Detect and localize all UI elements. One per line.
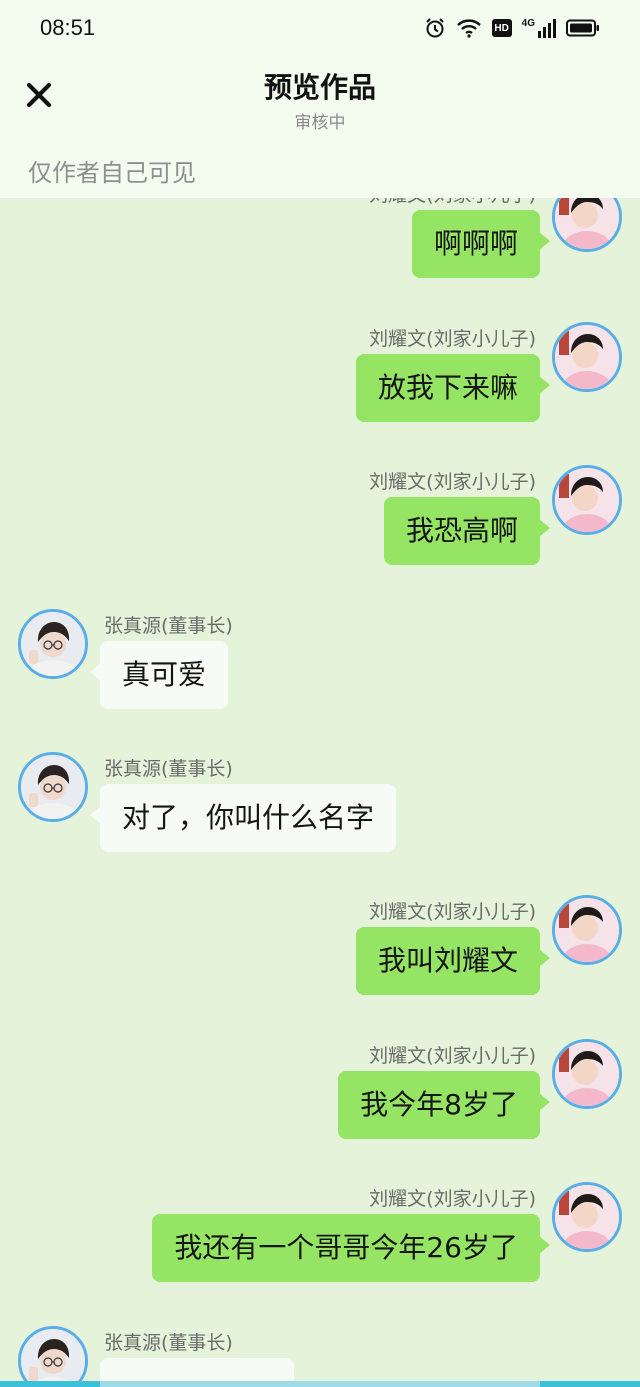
avatar[interactable] bbox=[18, 752, 88, 822]
avatar[interactable] bbox=[18, 609, 88, 679]
message-bubble[interactable]: 啊啊啊 bbox=[411, 210, 551, 278]
message-bubble[interactable]: 我还有一个哥哥今年26岁了 bbox=[152, 1214, 550, 1282]
avatar[interactable] bbox=[552, 895, 622, 965]
chat-area[interactable]: 刘耀文(刘家小儿子) 啊啊啊 刘耀文(刘家小儿子) 放我下来嘛 刘耀文(刘家小儿… bbox=[0, 0, 640, 1387]
sender-name: 张真源(董事长) bbox=[104, 1332, 233, 1354]
avatar[interactable] bbox=[552, 465, 622, 535]
page-title: 预览作品 bbox=[263, 71, 376, 104]
bottom-edge bbox=[0, 1381, 640, 1387]
review-status: 审核中 bbox=[294, 113, 346, 133]
message-bubble[interactable]: 真可爱 bbox=[89, 641, 229, 709]
sender-name: 刘耀文(刘家小儿子) bbox=[369, 471, 536, 493]
battery-icon bbox=[566, 19, 600, 37]
wifi-icon bbox=[456, 18, 482, 38]
message-bubble[interactable]: 对了，你叫什么名字 bbox=[89, 784, 397, 852]
preview-header: 预览作品 审核中 仅作者自己可见 bbox=[0, 56, 640, 198]
home-indicator[interactable] bbox=[100, 1381, 540, 1387]
sender-name: 张真源(董事长) bbox=[104, 758, 233, 780]
message-bubble[interactable]: 我叫刘耀文 bbox=[355, 927, 551, 995]
sender-name: 刘耀文(刘家小儿子) bbox=[369, 901, 536, 923]
status-time: 08:51 bbox=[40, 15, 96, 40]
sender-name: 张真源(董事长) bbox=[104, 615, 233, 637]
sender-name: 刘耀文(刘家小儿子) bbox=[369, 328, 536, 350]
message-bubble[interactable]: 我恐高啊 bbox=[383, 497, 551, 565]
4g-signal-icon: 4G bbox=[522, 18, 556, 38]
visibility-note: 仅作者自己可见 bbox=[28, 159, 196, 187]
message-bubble[interactable]: 放我下来嘛 bbox=[355, 354, 551, 422]
hd-icon: HD bbox=[491, 19, 512, 37]
avatar[interactable] bbox=[552, 1182, 622, 1252]
avatar[interactable] bbox=[18, 1326, 88, 1387]
sender-name: 刘耀文(刘家小儿子) bbox=[369, 1188, 536, 1210]
message-bubble[interactable]: 我今年8岁了 bbox=[338, 1071, 550, 1139]
avatar[interactable] bbox=[552, 322, 622, 392]
sender-name: 刘耀文(刘家小儿子) bbox=[369, 1045, 536, 1067]
status-icons: HD 4G bbox=[424, 17, 600, 39]
status-bar: 08:51 HD 4G bbox=[0, 0, 640, 56]
avatar[interactable] bbox=[552, 1039, 622, 1109]
alarm-icon bbox=[424, 17, 446, 39]
